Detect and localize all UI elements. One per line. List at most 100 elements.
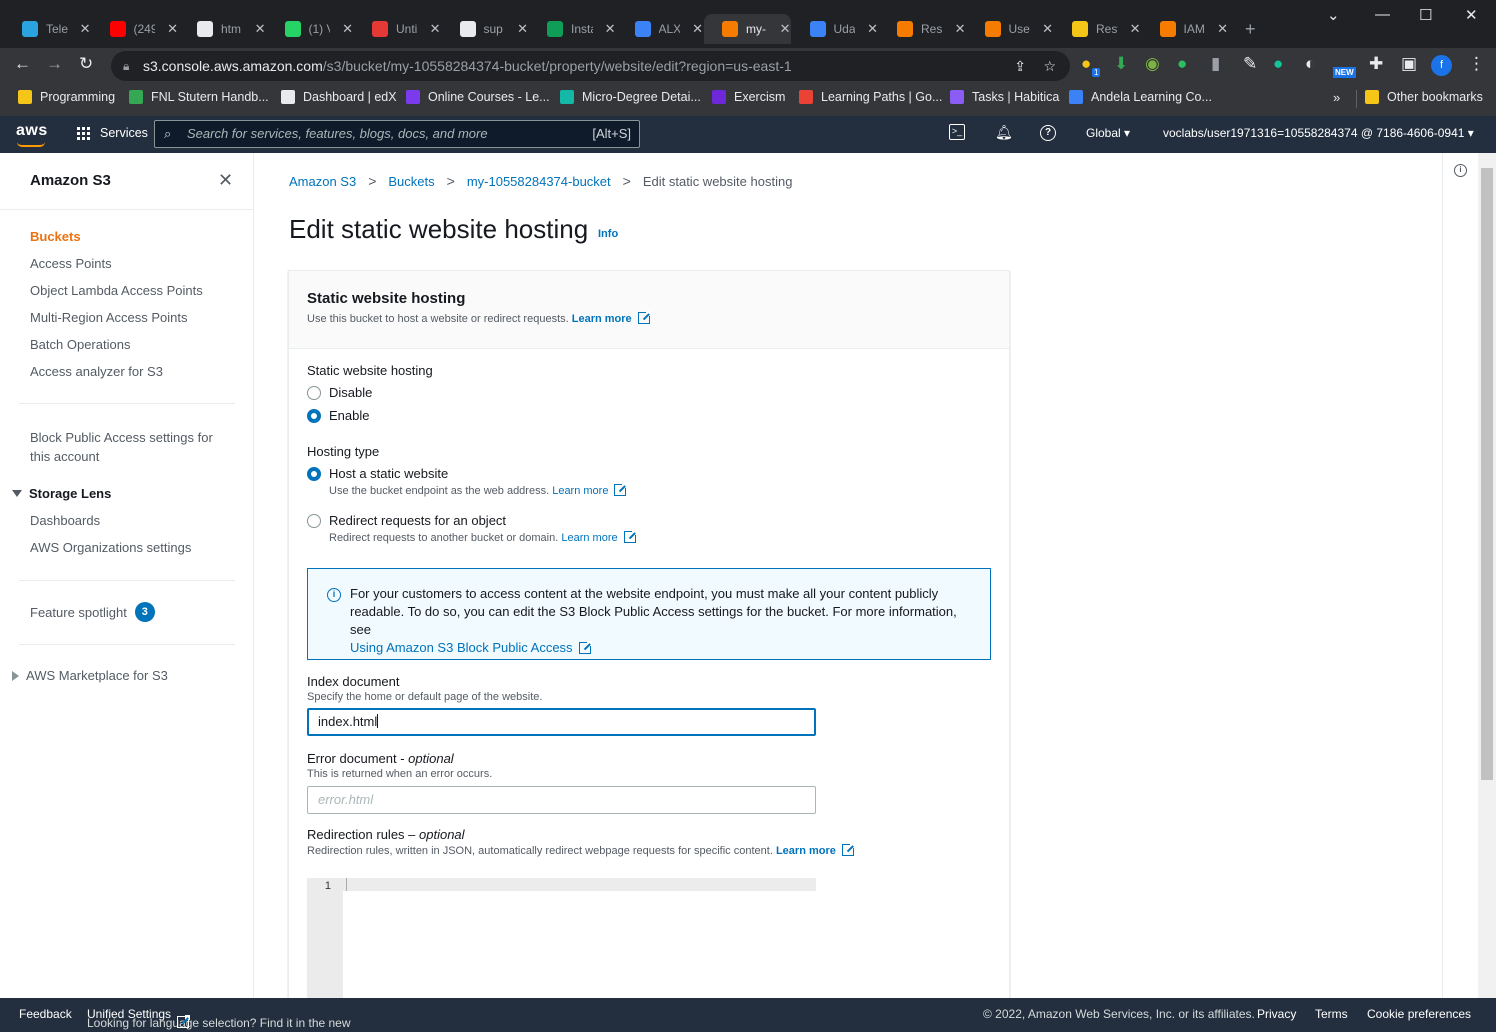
privacy-link[interactable]: Privacy: [1257, 1007, 1296, 1021]
bookmark-item[interactable]: Exercism: [712, 90, 785, 104]
maximize-icon[interactable]: ☐: [1419, 6, 1432, 24]
error-document-input[interactable]: error.html: [307, 786, 816, 814]
browser-tab[interactable]: ALX ✕: [617, 14, 703, 44]
grammarly-icon[interactable]: ●: [1273, 54, 1283, 74]
radio-redirect-control[interactable]: [307, 513, 321, 528]
share-icon[interactable]: ⇪: [1014, 51, 1026, 81]
feedback-link[interactable]: Feedback: [19, 1007, 72, 1021]
address-bar[interactable]: 🔒︎ s3.console.aws.amazon.com/s3/bucket/m…: [111, 51, 1070, 81]
radio-enable[interactable]: Enable: [307, 408, 369, 423]
tab-close-icon[interactable]: ✕: [605, 21, 616, 37]
sidepanel-icon[interactable]: ▣: [1401, 54, 1417, 74]
help-icon[interactable]: ?: [1040, 125, 1056, 141]
sidebar-item-block-public-access[interactable]: Block Public Access settings for this acc…: [30, 428, 213, 466]
close-icon[interactable]: ✕: [218, 170, 233, 191]
tab-close-icon[interactable]: ✕: [867, 21, 878, 37]
sidebar-item-multi-region[interactable]: Multi-Region Access Points: [30, 310, 188, 325]
browser-tab[interactable]: sup ✕: [442, 14, 528, 44]
tab-close-icon[interactable]: ✕: [430, 21, 441, 37]
bookmark-item[interactable]: Micro-Degree Detai...: [560, 90, 701, 104]
browser-tab[interactable]: (249 ✕: [92, 14, 178, 44]
new-badge[interactable]: NEW: [1333, 67, 1356, 78]
sidebar-item-access-analyzer[interactable]: Access analyzer for S3: [30, 364, 163, 379]
browser-tab[interactable]: IAM ✕: [1142, 14, 1228, 44]
radio-disable[interactable]: Disable: [307, 385, 372, 400]
info-link[interactable]: Info: [598, 228, 618, 240]
browser-tab[interactable]: Res ✕: [879, 14, 966, 44]
breadcrumb-bucket[interactable]: my-10558284374-bucket: [467, 174, 611, 189]
reload-icon[interactable]: ↻: [79, 54, 93, 74]
breadcrumb-buckets[interactable]: Buckets: [388, 174, 434, 189]
radio-host-static-control[interactable]: [307, 466, 321, 481]
sidebar-item-object-lambda[interactable]: Object Lambda Access Points: [30, 283, 203, 298]
learn-more-link[interactable]: Learn more: [572, 313, 632, 325]
browser-tab[interactable]: Rest ✕: [1054, 14, 1141, 44]
tab-close-icon[interactable]: ✕: [167, 21, 178, 37]
browser-tab[interactable]: my- ✕: [704, 14, 791, 44]
sidebar-section-storage-lens[interactable]: Storage Lens: [12, 486, 111, 501]
sidebar-item-batch-operations[interactable]: Batch Operations: [30, 337, 130, 352]
breadcrumb-amazon-s3[interactable]: Amazon S3: [289, 174, 356, 189]
sidebar-item-buckets[interactable]: Buckets: [30, 229, 81, 244]
tab-close-icon[interactable]: ✕: [342, 21, 353, 37]
cloudshell-icon[interactable]: >_: [949, 124, 965, 140]
cookie-preferences-link[interactable]: Cookie preferences: [1367, 1007, 1471, 1021]
sidebar-item-access-points[interactable]: Access Points: [30, 256, 112, 271]
index-document-input[interactable]: index.html: [307, 708, 816, 736]
radio-disable-control[interactable]: [307, 385, 321, 400]
ext-icon-2[interactable]: ◉: [1145, 54, 1160, 74]
tab-close-icon[interactable]: ✕: [1217, 21, 1228, 37]
tab-close-icon[interactable]: ✕: [517, 21, 528, 37]
terms-link[interactable]: Terms: [1315, 1007, 1348, 1021]
tab-close-icon[interactable]: ✕: [780, 21, 791, 37]
browser-tab[interactable]: Unti ✕: [354, 14, 441, 44]
tab-close-icon[interactable]: ✕: [1042, 21, 1053, 37]
bookmark-item[interactable]: Learning Paths | Go...: [799, 90, 942, 104]
account-menu[interactable]: voclabs/user1971316=10558284374 @ 7186-4…: [1163, 126, 1474, 140]
region-selector[interactable]: Global ▾: [1086, 126, 1130, 140]
bookmark-item[interactable]: FNL Stutern Handb...: [129, 90, 269, 104]
bookmark-item[interactable]: Programming: [18, 90, 115, 104]
tab-close-icon[interactable]: ✕: [80, 21, 91, 37]
puzzle-icon[interactable]: ✚: [1369, 54, 1383, 74]
forward-icon[interactable]: →: [46, 54, 63, 74]
bookmark-item[interactable]: Tasks | Habitica: [950, 90, 1059, 104]
tab-close-icon[interactable]: ✕: [1130, 21, 1141, 37]
services-menu[interactable]: Services: [77, 126, 148, 140]
browser-tab[interactable]: htm ✕: [179, 14, 266, 44]
notifications-icon[interactable]: 🔔︎: [995, 124, 1013, 141]
profile-avatar[interactable]: f: [1431, 55, 1452, 76]
bookmark-star-icon[interactable]: ☆: [1043, 51, 1056, 81]
redirection-rules-editor[interactable]: 1: [307, 878, 816, 1018]
browser-tab[interactable]: Use ✕: [967, 14, 1053, 44]
learn-more-link[interactable]: Learn more: [552, 485, 608, 497]
close-window-icon[interactable]: ✕: [1465, 6, 1478, 24]
tab-search-icon[interactable]: ⌄: [1327, 6, 1340, 24]
menu-kebab-icon[interactable]: ⋮: [1468, 54, 1485, 74]
evernote-icon[interactable]: ●: [1177, 54, 1187, 74]
block-public-access-link[interactable]: Using Amazon S3 Block Public Access: [350, 640, 573, 655]
extension-icon[interactable]: ●: [1081, 54, 1091, 74]
radio-enable-control[interactable]: [307, 408, 321, 423]
learn-more-link[interactable]: Learn more: [776, 845, 836, 857]
back-icon[interactable]: ←: [14, 54, 31, 74]
tab-close-icon[interactable]: ✕: [955, 21, 966, 37]
more-bookmarks-icon[interactable]: »: [1333, 90, 1340, 105]
info-panel-icon[interactable]: i: [1454, 164, 1467, 177]
browser-tab[interactable]: (1) V ✕: [267, 14, 353, 44]
sidebar-section-marketplace[interactable]: AWS Marketplace for S3: [12, 668, 168, 683]
tab-close-icon[interactable]: ✕: [255, 21, 266, 37]
bookmark-item[interactable]: Dashboard | edX: [281, 90, 397, 104]
browser-tab[interactable]: Insta ✕: [529, 14, 616, 44]
browser-tab[interactable]: Tele ✕: [4, 14, 91, 44]
bookmark-item[interactable]: Online Courses - Le...: [406, 90, 550, 104]
browser-tab[interactable]: Uda ✕: [792, 14, 878, 44]
ext-icon-4[interactable]: ▮: [1211, 54, 1220, 74]
download-ext-icon[interactable]: ⬇: [1114, 54, 1128, 74]
scrollbar-thumb[interactable]: [1481, 168, 1493, 780]
sidebar-item-feature-spotlight[interactable]: Feature spotlight 3: [30, 602, 155, 622]
sidebar-item-dashboards[interactable]: Dashboards: [30, 513, 100, 528]
radio-redirect[interactable]: Redirect requests for an object: [307, 513, 506, 528]
aws-search-input[interactable]: ⌕ Search for services, features, blogs, …: [154, 120, 640, 148]
radio-host-static[interactable]: Host a static website: [307, 466, 448, 481]
